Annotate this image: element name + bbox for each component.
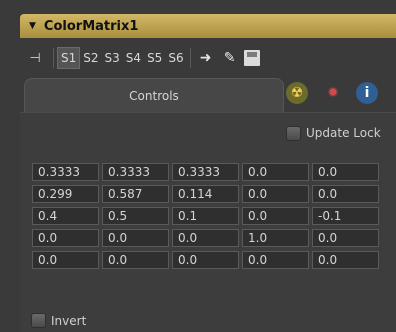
invert-label: Invert	[51, 313, 87, 328]
tool-toolbar: ⊣ S1 S2 S3 S4 S5 S6 ➜ ✎	[20, 40, 396, 76]
info-icon[interactable]: i	[356, 82, 378, 104]
tab-controls-label: Controls	[129, 89, 179, 103]
link-arrow-icon[interactable]: ➜	[194, 48, 218, 68]
tool-title: ColorMatrix1	[43, 18, 139, 34]
matrix-cell-r1c2[interactable]: 0.114	[172, 185, 239, 203]
pin-icon[interactable]: ⊣	[20, 48, 50, 68]
slot-s2[interactable]: S2	[80, 48, 101, 68]
invert-checkbox[interactable]: Invert	[31, 313, 86, 328]
slot-s4[interactable]: S4	[123, 48, 144, 68]
matrix-cell-r0c1[interactable]: 0.3333	[102, 163, 169, 181]
matrix-cell-r2c0[interactable]: 0.4	[32, 207, 99, 225]
matrix-cell-r3c2[interactable]: 0.0	[172, 229, 239, 247]
matrix-cell-r4c3[interactable]: 0.0	[242, 251, 309, 269]
matrix-cell-r1c0[interactable]: 0.299	[32, 185, 99, 203]
tab-bar: Controls ☢ ✹ i	[20, 78, 396, 113]
matrix-cell-r1c4[interactable]: 0.0	[312, 185, 379, 203]
matrix-cell-r2c1[interactable]: 0.5	[102, 207, 169, 225]
matrix-cell-r4c4[interactable]: 0.0	[312, 251, 379, 269]
matrix-cell-r4c2[interactable]: 0.0	[172, 251, 239, 269]
update-lock-box[interactable]	[286, 125, 301, 141]
matrix-cell-r0c3[interactable]: 0.0	[242, 163, 309, 181]
matrix-cell-r2c4[interactable]: -0.1	[312, 207, 379, 225]
slot-s3[interactable]: S3	[102, 48, 123, 68]
matrix-cell-r4c0[interactable]: 0.0	[32, 251, 99, 269]
radioactive-icon[interactable]: ☢	[286, 82, 308, 104]
slot-s5[interactable]: S5	[144, 48, 165, 68]
matrix-cell-r3c4[interactable]: 0.0	[312, 229, 379, 247]
matrix-cell-r3c3[interactable]: 1.0	[242, 229, 309, 247]
tab-controls[interactable]: Controls	[24, 78, 284, 113]
gear-icon[interactable]: ✹	[322, 82, 344, 104]
matrix-cell-r4c1[interactable]: 0.0	[102, 251, 169, 269]
slot-s6[interactable]: S6	[165, 48, 186, 68]
matrix-cell-r0c4[interactable]: 0.0	[312, 163, 379, 181]
collapse-triangle-icon[interactable]: ▼	[29, 21, 36, 31]
slot-s1[interactable]: S1	[57, 47, 81, 69]
tool-header[interactable]: ▼ ColorMatrix1	[20, 14, 396, 38]
matrix-cell-r1c1[interactable]: 0.587	[102, 185, 169, 203]
matrix-cell-r3c1[interactable]: 0.0	[102, 229, 169, 247]
matrix-cell-r2c3[interactable]: 0.0	[242, 207, 309, 225]
picker-icon[interactable]: ✎	[218, 48, 242, 68]
update-lock-label: Update Lock	[306, 126, 381, 140]
toolbar-divider	[53, 48, 54, 68]
invert-box[interactable]	[31, 313, 46, 328]
color-matrix: 0.3333 0.3333 0.3333 0.0 0.0 0.299 0.587…	[32, 163, 379, 269]
save-icon[interactable]	[243, 50, 260, 66]
matrix-cell-r0c2[interactable]: 0.3333	[172, 163, 239, 181]
toolbar-divider	[189, 48, 191, 68]
matrix-cell-r2c2[interactable]: 0.1	[172, 207, 239, 225]
update-lock-checkbox[interactable]: Update Lock	[286, 124, 381, 142]
matrix-cell-r0c0[interactable]: 0.3333	[32, 163, 99, 181]
matrix-cell-r1c3[interactable]: 0.0	[242, 185, 309, 203]
matrix-cell-r3c0[interactable]: 0.0	[32, 229, 99, 247]
